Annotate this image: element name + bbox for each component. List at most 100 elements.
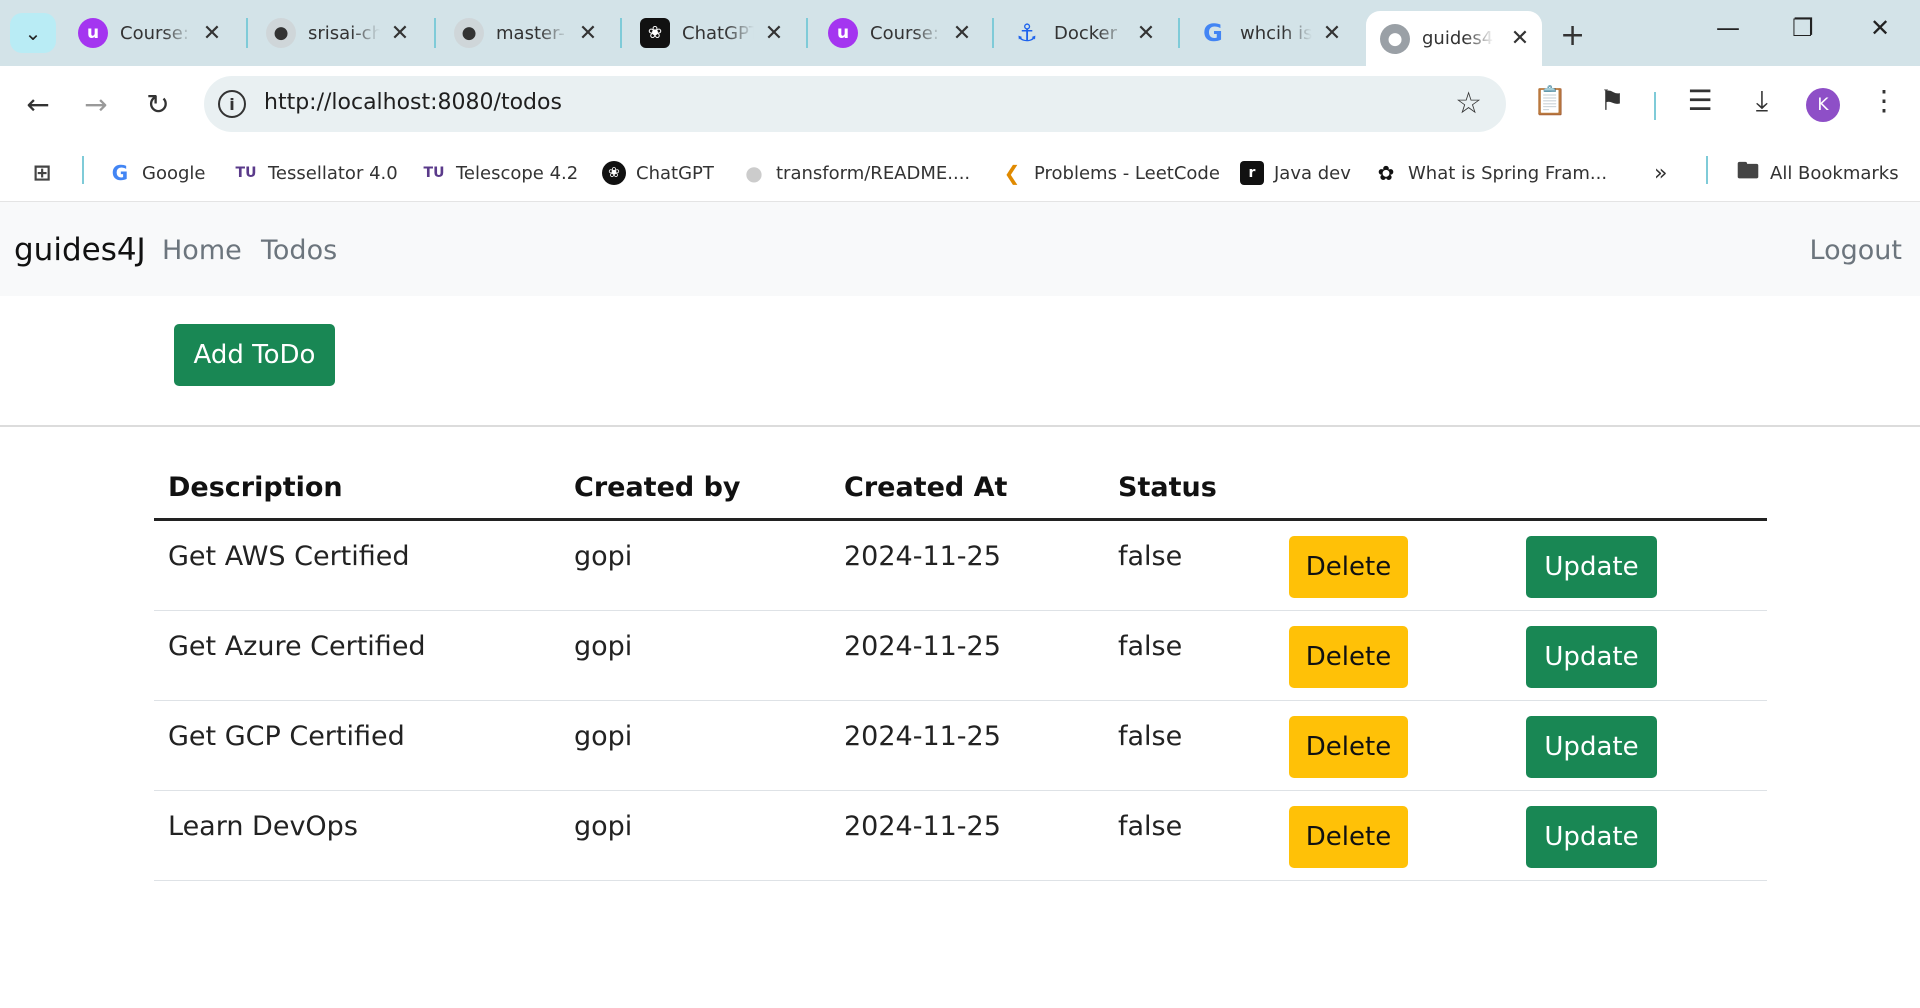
add-todo-button[interactable]: Add ToDo — [174, 324, 335, 386]
tab-chatgpt[interactable]: ❀ ChatGPT ✕ — [626, 14, 796, 52]
close-icon[interactable]: ✕ — [200, 21, 224, 46]
update-button[interactable]: Update — [1526, 626, 1657, 688]
bookmark-divider — [82, 156, 84, 184]
cell-created-by: gopi — [574, 631, 633, 662]
cell-description: Get GCP Certified — [168, 721, 405, 752]
close-icon[interactable]: ✕ — [762, 21, 786, 46]
bookmark-label: Problems - LeetCode — [1034, 162, 1220, 184]
logout-link[interactable]: Logout — [1810, 235, 1902, 266]
bookmark-google[interactable]: G Google — [108, 156, 206, 190]
more-menu-icon[interactable]: ⋮ — [1864, 84, 1904, 117]
delete-button[interactable]: Delete — [1289, 806, 1408, 868]
close-icon[interactable]: ✕ — [950, 21, 974, 46]
bookmark-leetcode[interactable]: ❮ Problems - LeetCode — [1000, 156, 1220, 190]
profile-avatar[interactable]: K — [1806, 88, 1840, 122]
tab-divider — [434, 18, 436, 48]
bookmarks-bar: ⊞ G Google TU Tessellator 4.0 TU Telesco… — [0, 144, 1920, 202]
arrow-left-icon: ← — [26, 88, 50, 121]
delete-button[interactable]: Delete — [1289, 626, 1408, 688]
cell-description: Get Azure Certified — [168, 631, 426, 662]
all-bookmarks-button[interactable]: 🖿 All Bookmarks — [1736, 156, 1899, 190]
google-icon: G — [111, 161, 129, 185]
restore-icon: ❐ — [1792, 14, 1814, 42]
back-button[interactable]: ← — [20, 88, 56, 121]
tab-search-button[interactable]: ⌄ — [10, 13, 56, 53]
table-row: Learn DevOps gopi 2024-11-25 false Delet… — [154, 791, 1767, 881]
close-window-button[interactable]: ✕ — [1870, 14, 1890, 42]
nav-home-link[interactable]: Home — [162, 235, 242, 266]
update-button[interactable]: Update — [1526, 536, 1657, 598]
site-info-icon[interactable]: i — [218, 90, 246, 118]
url-text[interactable]: http://localhost:8080/todos — [264, 90, 562, 115]
spring-icon: ✿ — [1377, 161, 1395, 185]
delete-button[interactable]: Delete — [1289, 716, 1408, 778]
bookmark-chatgpt[interactable]: ❀ ChatGPT — [602, 156, 714, 190]
tab-github-2[interactable]: ● master- ✕ — [440, 14, 610, 52]
tab-divider — [620, 18, 622, 48]
extensions-puzzle-icon[interactable]: ⚑ — [1592, 84, 1632, 117]
tab-course-1[interactable]: u Course: ✕ — [64, 14, 234, 52]
download-icon[interactable]: ⤓ — [1742, 84, 1782, 118]
bookmark-tessellator[interactable]: TU Tessellator 4.0 — [234, 156, 398, 190]
apps-grid-icon: ⊞ — [32, 160, 52, 186]
update-button[interactable]: Update — [1526, 806, 1657, 868]
tab-divider — [992, 18, 994, 48]
close-icon[interactable]: ✕ — [1134, 21, 1158, 46]
docker-icon: ⚓ — [1016, 19, 1038, 47]
address-bar[interactable]: i http://localhost:8080/todos ☆ — [204, 76, 1506, 132]
bookmark-label: Tessellator 4.0 — [268, 162, 398, 184]
column-header-created-by: Created by — [574, 472, 741, 503]
nav-todos-link[interactable]: Todos — [261, 235, 337, 266]
cell-description: Get AWS Certified — [168, 541, 410, 572]
bookmark-java-dev[interactable]: r Java dev — [1240, 156, 1351, 190]
close-icon[interactable]: ✕ — [388, 21, 412, 46]
minimize-icon: — — [1716, 14, 1740, 42]
more-bookmarks-button[interactable]: » — [1654, 156, 1667, 190]
bookmark-spring[interactable]: ✿ What is Spring Fram... — [1374, 156, 1608, 190]
close-icon: ✕ — [1870, 14, 1891, 42]
tab-title: Course: — [120, 22, 189, 44]
bookmark-label: Google — [142, 162, 206, 184]
table-row: Get AWS Certified gopi 2024-11-25 false … — [154, 521, 1767, 611]
close-icon[interactable]: ✕ — [576, 21, 600, 46]
reload-button[interactable]: ↻ — [140, 88, 176, 121]
cell-created-at: 2024-11-25 — [844, 721, 1001, 752]
forward-button[interactable]: → — [78, 88, 114, 121]
clipboard-icon[interactable]: 📋 — [1530, 84, 1570, 117]
tab-title: ChatGPT — [682, 22, 754, 44]
cell-created-at: 2024-11-25 — [844, 631, 1001, 662]
tab-google[interactable]: G whcih is ✕ — [1184, 14, 1354, 52]
cell-status: false — [1118, 721, 1183, 752]
cell-status: false — [1118, 541, 1183, 572]
tab-divider — [806, 18, 808, 48]
divider — [0, 425, 1920, 427]
tab-guides4j-active[interactable]: ● guides4 ✕ — [1366, 11, 1542, 66]
cell-created-by: gopi — [574, 721, 633, 752]
close-icon[interactable]: ✕ — [1508, 26, 1532, 51]
media-controls-icon[interactable]: ☰ — [1680, 84, 1720, 117]
new-tab-button[interactable]: + — [1560, 18, 1585, 53]
tab-title: Docker — [1054, 22, 1118, 44]
delete-button[interactable]: Delete — [1289, 536, 1408, 598]
github-icon: ● — [454, 18, 484, 48]
arrow-right-icon: → — [84, 88, 108, 121]
bookmark-star-icon[interactable]: ☆ — [1455, 86, 1482, 121]
tab-docker[interactable]: ⚓ Docker ✕ — [998, 14, 1168, 52]
update-button[interactable]: Update — [1526, 716, 1657, 778]
column-header-created-at: Created At — [844, 472, 1008, 503]
cell-created-by: gopi — [574, 811, 633, 842]
bookmark-label: transform/README.... — [776, 162, 971, 184]
bookmark-telescope[interactable]: TU Telescope 4.2 — [422, 156, 579, 190]
restore-button[interactable]: ❐ — [1792, 14, 1814, 42]
bookmark-transform-readme[interactable]: ● transform/README.... — [742, 156, 970, 190]
minimize-button[interactable]: — — [1716, 14, 1740, 42]
close-icon[interactable]: ✕ — [1320, 21, 1344, 46]
tab-github-1[interactable]: ● srisai-ch ✕ — [252, 14, 422, 52]
chatgpt-icon: ❀ — [640, 18, 670, 48]
tab-title: srisai-ch — [308, 22, 380, 44]
tab-course-2[interactable]: u Course: ✕ — [814, 14, 984, 52]
table-row: Get Azure Certified gopi 2024-11-25 fals… — [154, 611, 1767, 701]
apps-grid-button[interactable]: ⊞ — [30, 156, 64, 190]
github-icon: ● — [266, 18, 296, 48]
brand-link[interactable]: guides4J — [14, 232, 146, 268]
